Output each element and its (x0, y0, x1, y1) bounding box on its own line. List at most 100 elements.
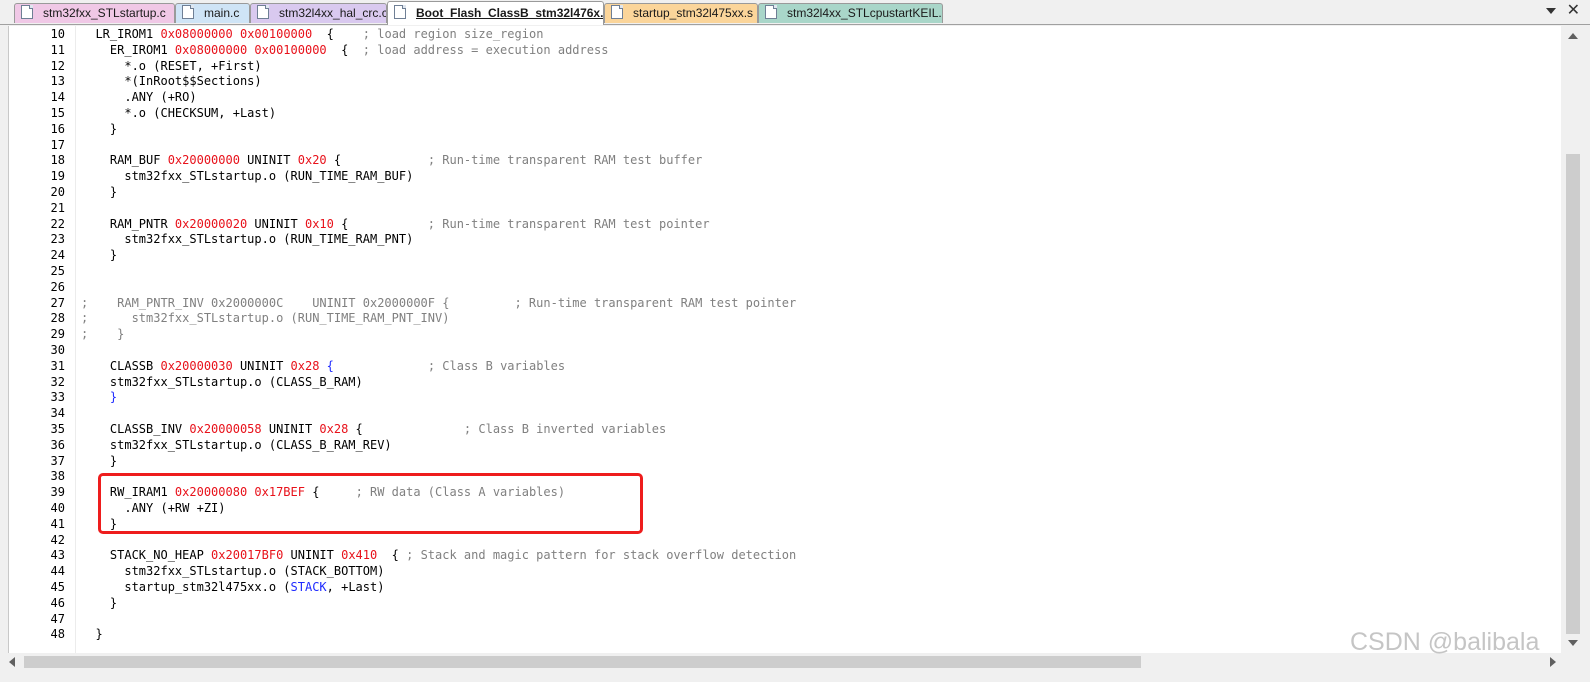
code-token: *.o (RESET, +First) (81, 58, 262, 73)
line-code: ; RAM_PNTR_INV 0x2000000C UNINIT 0x20000… (81, 296, 796, 312)
code-token: STACK_NO_HEAP (81, 548, 212, 563)
code-token: 0x20000000 (167, 153, 240, 168)
code-editor[interactable]: 10 LR_IROM1 0x08000000 0x00100000 { ; lo… (8, 26, 1562, 653)
line-number: 47 (50, 611, 65, 626)
code-token: stm32fxx_STLstartup.o (RUN_TIME_RAM_PNT) (81, 232, 414, 247)
tab-label: stm32fxx_STLstartup.c (43, 6, 166, 20)
line-number: 43 (50, 548, 65, 563)
code-line: 25 (9, 264, 1549, 280)
tab-4[interactable]: Boot_Flash_ClassB_stm32l476x.sct (387, 1, 604, 25)
code-token: stm32fxx_STLstartup.o (CLASS_B_RAM) (81, 374, 363, 389)
highlight-box (98, 473, 643, 534)
horizontal-scroll-thumb[interactable] (24, 656, 1141, 668)
code-line: 28 ; stm32fxx_STLstartup.o (RUN_TIME_RAM_… (9, 311, 1549, 327)
code-token: ER_IROM1 (81, 42, 175, 57)
tab-5[interactable]: startup_stm32l475xx.s (604, 3, 758, 23)
line-number: 19 (50, 169, 65, 184)
chevron-down-icon[interactable] (1546, 8, 1556, 14)
tab-bar: ✕ stm32fxx_STLstartup.c main.c stm32l4xx_h… (0, 0, 1590, 25)
code-token: RAM_BUF (81, 153, 168, 168)
code-line: 48 } (9, 627, 1549, 643)
code-line: 27 ; RAM_PNTR_INV 0x2000000C UNINIT 0x200… (9, 296, 1549, 312)
code-line: 43 STACK_NO_HEAP 0x20017BF0 UNINIT 0x410… (9, 548, 1549, 564)
code-line: 16 } (9, 122, 1549, 138)
line-code: STACK_NO_HEAP 0x20017BF0 UNINIT 0x410 { … (81, 548, 796, 564)
line-number: 27 (50, 295, 65, 310)
line-number: 11 (50, 42, 65, 57)
close-icon[interactable]: ✕ (1567, 2, 1580, 20)
line-code: stm32fxx_STLstartup.o (RUN_TIME_RAM_BUF) (81, 169, 413, 185)
code-line: 20 } (9, 185, 1549, 201)
line-number: 28 (50, 311, 65, 326)
code-token: } (109, 390, 118, 405)
code-token: } (81, 248, 118, 263)
line-number: 21 (50, 200, 65, 215)
code-token: UNINIT (247, 216, 305, 231)
code-token: 0x08000000 (174, 42, 248, 57)
line-number: 15 (50, 106, 65, 120)
line-number: 32 (50, 374, 65, 389)
line-code: stm32fxx_STLstartup.o (CLASS_B_RAM) (81, 375, 363, 391)
tab-label: stm32l4xx_hal_crc.c (279, 6, 387, 20)
tab-6[interactable]: stm32l4xx_STLcpustartKEIL.s (758, 3, 943, 23)
line-code: startup_stm32l475xx.o (STACK, +Last) (81, 580, 384, 596)
code-line: 15 *.o (CHECKSUM, +Last) (9, 106, 1549, 122)
code-line: 26 (9, 280, 1549, 296)
vertical-scroll-thumb[interactable] (1566, 154, 1580, 634)
line-number: 14 (50, 90, 65, 105)
line-number: 10 (50, 27, 65, 41)
code-line: 46 } (9, 596, 1549, 612)
line-number: 34 (50, 406, 65, 421)
code-token: 0x20000030 (160, 358, 233, 373)
code-token: } (81, 185, 118, 199)
code-line: 14 .ANY (+RO) (9, 90, 1549, 106)
code-token: 0x10 (304, 216, 334, 231)
code-token: 0x20017BF0 (211, 548, 284, 563)
code-token: ; load region size_region (362, 27, 544, 41)
line-number: 46 (50, 595, 65, 610)
scroll-left-icon[interactable] (9, 657, 15, 667)
line-number: 44 (50, 564, 65, 579)
code-line: 36 stm32fxx_STLstartup.o (CLASS_B_RAM_RE… (9, 438, 1549, 454)
line-code: stm32fxx_STLstartup.o (STACK_BOTTOM) (81, 564, 384, 580)
tab-label: startup_stm32l475xx.s (633, 6, 754, 20)
code-line: 18 RAM_BUF 0x20000000 UNINIT 0x20 { ; Ru… (9, 153, 1549, 169)
line-code: ; stm32fxx_STLstartup.o (RUN_TIME_RAM_PN… (81, 311, 449, 327)
scroll-down-icon[interactable] (1568, 640, 1578, 646)
code-token: 0x20 (297, 153, 327, 168)
line-number: 37 (50, 453, 65, 468)
code-token: 0x00100000 (239, 27, 313, 41)
line-code: } (81, 248, 117, 264)
code-token: *.o (CHECKSUM, +Last) (81, 106, 277, 120)
code-token: 0x20000020 (174, 216, 248, 231)
code-token: { (333, 216, 428, 231)
tab-label: Boot_Flash_ClassB_stm32l476x.sct (416, 6, 604, 20)
tab-label: main.c (204, 6, 240, 20)
tab-2[interactable]: main.c (175, 3, 250, 23)
line-code: ; } (81, 327, 124, 343)
code-token: stm32fxx_STLstartup.o (CLASS_B_RAM_REV) (81, 437, 392, 452)
code-line: 31 CLASSB 0x20000030 UNINIT 0x28 { ; Cla… (9, 359, 1549, 375)
scroll-up-icon[interactable] (1568, 33, 1578, 39)
code-line: 13 *(InRoot$$Sections) (9, 74, 1549, 90)
line-code: } (81, 627, 103, 643)
line-number: 25 (50, 264, 65, 278)
tab-1[interactable]: stm32fxx_STLstartup.c (14, 3, 175, 23)
code-line: 12 *.o (RESET, +First) (9, 59, 1549, 75)
code-token: } (81, 627, 103, 642)
code-token: ; Run-time transparent RAM test buffer (427, 153, 703, 168)
code-token: stm32fxx_STLstartup.o (STACK_BOTTOM) (81, 564, 385, 579)
line-code: RAM_PNTR 0x20000020 UNINIT 0x10 { ; Run-… (81, 217, 710, 233)
code-line: 42 (9, 533, 1549, 549)
line-number: 23 (50, 232, 65, 247)
tab-3[interactable]: stm32l4xx_hal_crc.c (250, 3, 387, 23)
code-token: UNINIT (239, 153, 298, 168)
vertical-scrollbar[interactable] (1561, 26, 1590, 653)
line-number: 31 (50, 358, 65, 373)
code-token: CLASSB (81, 358, 161, 373)
code-line: 24 } (9, 248, 1549, 264)
code-token: { (312, 27, 363, 41)
code-token: 0x410 (341, 548, 378, 563)
scroll-right-icon[interactable] (1550, 657, 1556, 667)
